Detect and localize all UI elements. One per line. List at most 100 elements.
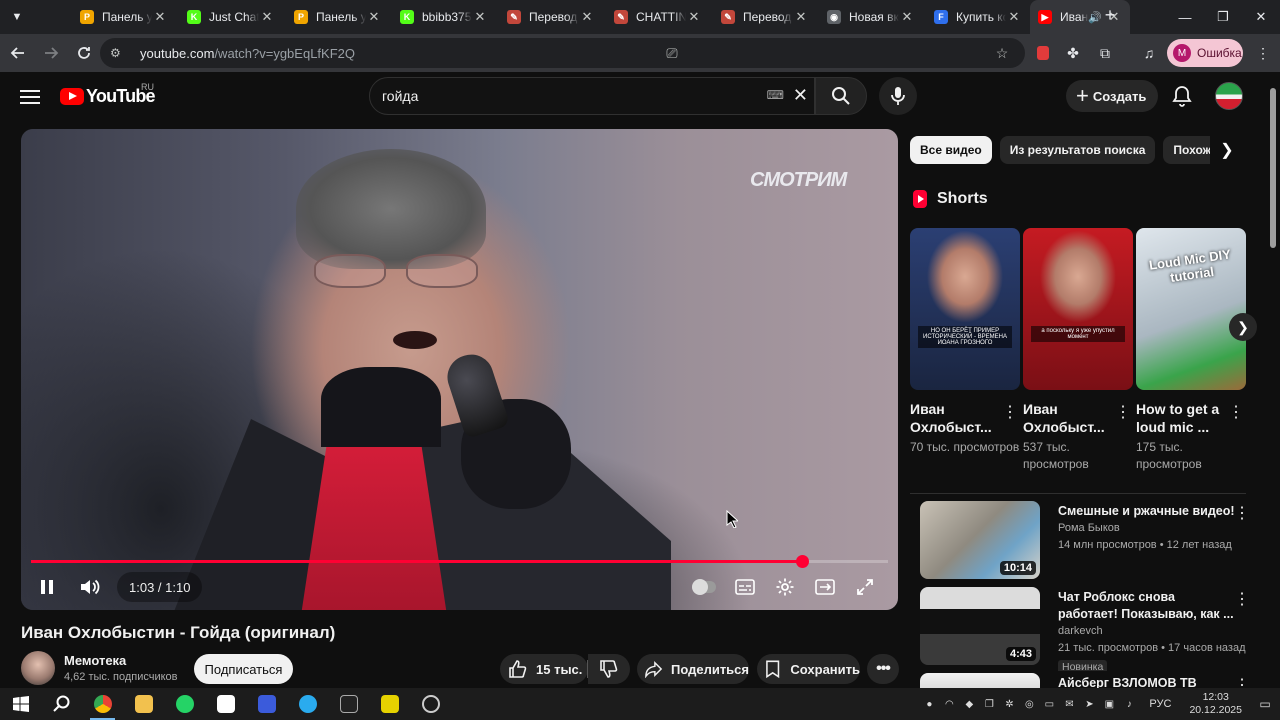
subtitles-button[interactable] bbox=[733, 575, 757, 599]
short-menu-icon[interactable]: ⋮ bbox=[1228, 402, 1244, 422]
close-tab-icon[interactable]: ✕ bbox=[472, 9, 488, 25]
video-channel[interactable]: Рома Быков bbox=[1058, 522, 1120, 534]
short-thumbnail[interactable]: а поскольку я уже упустил момент bbox=[1023, 228, 1133, 390]
extension-fan-icon[interactable]: ✤ bbox=[1058, 34, 1088, 72]
extensions-puzzle-icon[interactable]: ⧉ bbox=[1090, 34, 1120, 72]
short-card[interactable]: а поскольку я уже упустил момент Иван Охл… bbox=[1023, 228, 1133, 471]
search-input[interactable]: гойда ⌨ ✕ bbox=[369, 77, 815, 115]
close-tab-icon[interactable]: ✕ bbox=[793, 9, 809, 25]
bookmark-star-icon[interactable]: ☆ bbox=[989, 45, 1015, 62]
theater-mode-button[interactable] bbox=[813, 575, 837, 599]
browser-tab[interactable]: F Купить ко ✕ bbox=[926, 0, 1030, 34]
taskbar-search-button[interactable] bbox=[41, 688, 82, 720]
telegram-taskbar-app[interactable] bbox=[287, 688, 328, 720]
channel-name[interactable]: Мемотека bbox=[64, 653, 126, 668]
wifi-icon[interactable]: ◠ bbox=[939, 688, 959, 720]
tray-circle-icon[interactable]: ◎ bbox=[1019, 688, 1039, 720]
tray-window-icon[interactable]: ❐ bbox=[979, 688, 999, 720]
profile-button[interactable]: M Ошибка bbox=[1167, 39, 1243, 67]
video-player[interactable]: СМОТРИМ 1:03 / 1:10 bbox=[21, 129, 898, 610]
file-explorer-taskbar-app[interactable] bbox=[123, 688, 164, 720]
tray-shield-icon[interactable]: ◆ bbox=[959, 688, 979, 720]
close-tab-icon[interactable]: ✕ bbox=[1006, 9, 1022, 25]
obs-taskbar-app[interactable] bbox=[369, 688, 410, 720]
chips-next-button[interactable]: ❯ bbox=[1213, 136, 1241, 164]
notifications-button[interactable] bbox=[1168, 82, 1196, 110]
tray-gear-icon[interactable]: ✲ bbox=[999, 688, 1019, 720]
channel-avatar[interactable] bbox=[21, 651, 55, 685]
short-thumbnail[interactable]: НО ОН БЕРЁТ ПРИМЕР ИСТОРИЧЕСКИЙ - ВРЕМЕН… bbox=[910, 228, 1020, 390]
install-app-icon[interactable]: ⎚ bbox=[659, 45, 685, 62]
browser-tab[interactable]: ✎ Перевод п✕ bbox=[499, 0, 603, 34]
browser-tab[interactable]: Kbbibb375 ✕ bbox=[392, 0, 496, 34]
recommended-video[interactable]: 10:14 Смешные и ржачные видео! Рома Быков 1… bbox=[920, 501, 1250, 585]
shorts-next-button[interactable]: ❯ bbox=[1229, 313, 1257, 341]
browser-tab[interactable]: ◉ Новая вкл✕ bbox=[819, 0, 923, 34]
video-menu-icon[interactable]: ⋮ bbox=[1234, 675, 1250, 688]
video-channel[interactable]: darkevch bbox=[1058, 625, 1103, 637]
maximize-button[interactable]: ❐ bbox=[1204, 0, 1242, 34]
fullscreen-button[interactable] bbox=[853, 575, 877, 599]
browser-menu-icon[interactable]: ⋮ bbox=[1248, 34, 1278, 72]
page-scrollbar[interactable] bbox=[1270, 88, 1276, 248]
more-actions-button[interactable]: ••• bbox=[867, 654, 899, 684]
terminal-taskbar-app[interactable] bbox=[328, 688, 369, 720]
close-tab-icon[interactable]: ✕ bbox=[152, 9, 168, 25]
tab-search-chevron-icon[interactable]: ▼ bbox=[0, 0, 34, 34]
back-button[interactable] bbox=[3, 38, 33, 68]
share-button[interactable]: Поделиться bbox=[637, 654, 749, 684]
close-tab-icon[interactable]: ✕ bbox=[579, 9, 595, 25]
chrome-taskbar-app[interactable] bbox=[82, 688, 123, 720]
account-avatar[interactable] bbox=[1215, 82, 1243, 110]
filter-chip[interactable]: Все видео bbox=[910, 136, 992, 164]
close-tab-icon[interactable]: ✕ bbox=[259, 9, 275, 25]
forward-button[interactable] bbox=[36, 38, 66, 68]
short-card[interactable]: НО ОН БЕРЁТ ПРИМЕР ИСТОРИЧЕСКИЙ - ВРЕМЕН… bbox=[910, 228, 1020, 454]
video-menu-icon[interactable]: ⋮ bbox=[1234, 503, 1250, 523]
notifications-center-icon[interactable]: ▭ bbox=[1250, 688, 1280, 720]
address-bar[interactable]: ⚙ youtube.com/watch?v=ygbEqLfKF2Q ⎚ ☆ bbox=[100, 38, 1025, 68]
subscribe-button[interactable]: Подписаться bbox=[194, 654, 293, 684]
volume-tray-icon[interactable]: ♪ bbox=[1119, 688, 1139, 720]
recommended-video[interactable]: Айсберг ВЗЛОМОВ ТВ ⋮ bbox=[920, 673, 1250, 688]
store-taskbar-app[interactable] bbox=[246, 688, 287, 720]
like-button[interactable]: 15 тыс. bbox=[500, 654, 588, 684]
volume-button[interactable] bbox=[79, 575, 103, 599]
dislike-button[interactable] bbox=[588, 654, 630, 684]
search-button[interactable] bbox=[815, 77, 867, 115]
language-indicator[interactable]: РУС bbox=[1139, 698, 1181, 710]
video-menu-icon[interactable]: ⋮ bbox=[1234, 589, 1250, 609]
guide-menu-button[interactable] bbox=[18, 86, 42, 106]
battery-icon[interactable]: ▭ bbox=[1039, 688, 1059, 720]
filter-chip[interactable]: Похожи bbox=[1163, 136, 1210, 164]
new-tab-button[interactable]: + bbox=[1096, 5, 1124, 26]
short-thumbnail[interactable]: Loud Mic DIY tutorial bbox=[1136, 228, 1246, 390]
telegram-tray-icon[interactable]: ➤ bbox=[1079, 688, 1099, 720]
media-control-icon[interactable]: ♫ bbox=[1134, 34, 1164, 72]
browser-tab[interactable]: P Панель уп✕ bbox=[286, 0, 390, 34]
create-button[interactable]: + Создать bbox=[1066, 80, 1158, 112]
close-tab-icon[interactable]: ✕ bbox=[899, 9, 915, 25]
video-title[interactable]: Смешные и ржачные видео! bbox=[1058, 503, 1236, 520]
browser-tab[interactable]: K Just Chatti✕ bbox=[179, 0, 283, 34]
voice-search-button[interactable] bbox=[879, 77, 917, 115]
short-title[interactable]: How to get a loud mic ... bbox=[1136, 400, 1231, 436]
video-thumbnail[interactable]: 4:43 bbox=[920, 587, 1040, 665]
site-info-icon[interactable]: ⚙ bbox=[110, 46, 128, 60]
filter-chip[interactable]: Из результатов поиска bbox=[999, 136, 1156, 164]
progress-bar[interactable] bbox=[31, 555, 888, 568]
browser-tab[interactable]: ✎ CHATTING✕ bbox=[606, 0, 710, 34]
close-tab-icon[interactable]: ✕ bbox=[366, 9, 382, 25]
browser-tab[interactable]: P Панель уп✕ bbox=[72, 0, 176, 34]
save-button[interactable]: Сохранить bbox=[757, 654, 860, 684]
video-thumbnail[interactable]: 10:14 bbox=[920, 501, 1040, 579]
obs-studio-taskbar-app[interactable] bbox=[410, 688, 451, 720]
tray-image-icon[interactable]: ▣ bbox=[1099, 688, 1119, 720]
short-title[interactable]: Иван Охлобыст... bbox=[1023, 400, 1118, 436]
tray-message-icon[interactable]: ✉ bbox=[1059, 688, 1079, 720]
phone-taskbar-app[interactable] bbox=[164, 688, 205, 720]
youtube-logo[interactable]: YouTube RU bbox=[60, 82, 156, 107]
close-tab-icon[interactable]: ✕ bbox=[686, 9, 702, 25]
tray-app-icon[interactable]: ● bbox=[919, 688, 939, 720]
start-button[interactable] bbox=[0, 688, 41, 720]
